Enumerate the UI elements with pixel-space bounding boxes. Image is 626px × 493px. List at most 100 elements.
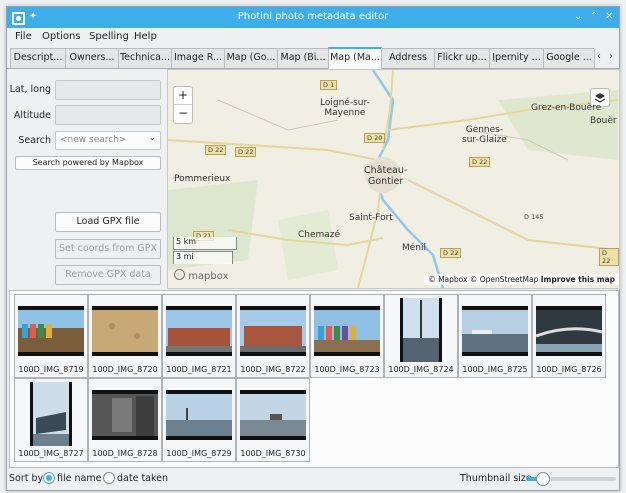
map-view[interactable]: + − D 1 D 20 D 22 D 22 D 22 D 21 D 145 D… — [167, 69, 620, 289]
attribution: © Mapbox © OpenStreetMap Improve this ma… — [424, 274, 619, 285]
thumbnail-8729[interactable]: 100D_IMG_8729 — [162, 378, 236, 462]
bottom-bar: Sort by file name date taken Thumbnail s… — [7, 468, 619, 490]
tab-address[interactable]: Address — [381, 48, 435, 68]
tab-description[interactable]: Descript... — [10, 48, 66, 68]
place-saint-fort: Saint-Fort — [349, 213, 393, 223]
zoom-out-button[interactable]: − — [174, 105, 192, 122]
menu-help[interactable]: Help — [134, 31, 157, 42]
tab-image-regions[interactable]: Image R... — [171, 48, 225, 68]
thumbnail-size-label: Thumbnail size — [460, 473, 532, 484]
thumbnail-image — [166, 306, 232, 356]
improve-map-link[interactable]: Improve this map — [541, 275, 615, 284]
menu-options[interactable]: Options — [42, 31, 81, 42]
sort-file-name-radio[interactable] — [43, 472, 55, 484]
tab-ownership[interactable]: Owners... — [65, 48, 119, 68]
sort-file-name-label[interactable]: file name — [57, 473, 101, 484]
scale-mi: 3 mi — [173, 251, 233, 264]
road-label-d22a: D 22 — [205, 145, 227, 155]
thumbnail-8723[interactable]: 100D_IMG_8723 — [310, 294, 384, 378]
road-label-d1: D 1 — [320, 80, 338, 90]
mapbox-logo: mapbox — [174, 269, 228, 282]
thumbnail-8726[interactable]: 100D_IMG_8726 — [532, 294, 606, 378]
thumbnail-caption: 100D_IMG_8724 — [388, 365, 454, 374]
place-gennes: Gennes- sur-Glaize — [462, 125, 507, 145]
chevron-down-icon: ⌄ — [148, 133, 156, 143]
minimize-icon[interactable]: ⌄ — [574, 10, 582, 24]
menu-spelling[interactable]: Spelling — [89, 31, 129, 42]
tab-map-mapbox[interactable]: Map (Ma... — [328, 47, 382, 69]
close-icon[interactable]: ✕ — [605, 10, 613, 24]
place-grez: Grez-en-Bouère — [531, 103, 602, 113]
load-gpx-button[interactable]: Load GPX file — [55, 212, 161, 232]
thumbnail-size-slider[interactable] — [526, 472, 616, 486]
road-label-d22d: D 22 — [440, 248, 462, 258]
thumbnail-caption: 100D_IMG_8727 — [18, 449, 84, 458]
sort-date-taken-radio[interactable] — [103, 472, 115, 484]
tab-map-bing[interactable]: Map (Bi... — [277, 48, 329, 68]
place-bouere: Bouèr — [590, 116, 617, 126]
thumbnail-caption: 100D_IMG_8728 — [92, 449, 158, 458]
tab-scroll-left-icon[interactable]: ‹ — [597, 51, 601, 62]
thumbnail-8730[interactable]: 100D_IMG_8730 — [236, 378, 310, 462]
search-powered-button[interactable]: Search powered by Mapbox — [15, 156, 161, 170]
thumbnail-8728[interactable]: 100D_IMG_8728 — [88, 378, 162, 462]
road-label-d22b: D 22 — [235, 147, 257, 157]
thumbnail-caption: 100D_IMG_8723 — [314, 365, 380, 374]
altitude-label: Altitude — [13, 110, 51, 121]
thumbnail-image — [400, 298, 442, 362]
menu-file[interactable]: File — [15, 31, 32, 42]
thumbnail-8719[interactable]: 100D_IMG_8719 — [14, 294, 88, 378]
thumbnail-caption: 100D_IMG_8730 — [240, 449, 306, 458]
title-bar: ✦ Photini photo metadata editor ⌄ ⌃ ✕ — [7, 7, 619, 28]
thumbnail-8727[interactable]: 100D_IMG_8727 — [14, 378, 88, 462]
mapbox-logo-text: mapbox — [188, 271, 229, 282]
thumbnail-8725[interactable]: 100D_IMG_8725 — [458, 294, 532, 378]
search-combobox[interactable]: <new search> ⌄ — [55, 131, 161, 150]
place-chateau-gontier: Château- Gontier — [364, 165, 408, 187]
set-coords-button[interactable]: Set coords from GPX — [55, 239, 161, 259]
sort-by-label: Sort by — [9, 473, 44, 484]
thumbnail-caption: 100D_IMG_8729 — [166, 449, 232, 458]
thumbnail-8721[interactable]: 100D_IMG_8721 — [162, 294, 236, 378]
road-label-d145: D 145 — [524, 213, 544, 221]
thumbnail-image — [30, 382, 72, 446]
tab-ipernity-upload[interactable]: Ipernity ... — [489, 48, 544, 68]
search-placeholder: <new search> — [60, 135, 127, 145]
maximize-icon[interactable]: ⌃ — [590, 10, 598, 24]
remove-gpx-button[interactable]: Remove GPX data — [55, 265, 161, 285]
app-window: ✦ Photini photo metadata editor ⌄ ⌃ ✕ Fi… — [6, 6, 620, 491]
location-panel: Lat, long Altitude Search <new search> ⌄… — [9, 69, 164, 287]
thumbnail-image — [240, 306, 306, 356]
place-loigne: Loigné-sur- Mayenne — [320, 98, 370, 118]
radio-selected-dot — [46, 475, 52, 481]
zoom-control: + − — [173, 86, 193, 124]
thumbnail-caption: 100D_IMG_8720 — [92, 365, 158, 374]
thumbnail-image — [536, 306, 602, 356]
thumbnail-caption: 100D_IMG_8722 — [240, 365, 306, 374]
thumbnail-image — [92, 390, 158, 440]
sort-date-taken-label[interactable]: date taken — [117, 473, 168, 484]
tab-technical[interactable]: Technica... — [118, 48, 172, 68]
thumbnail-8720[interactable]: 100D_IMG_8720 — [88, 294, 162, 378]
thumbnail-caption: 100D_IMG_8721 — [166, 365, 232, 374]
thumbnail-grid[interactable]: 100D_IMG_8719 100D_IMG_8720 100D_IMG_872… — [9, 290, 619, 468]
slider-handle[interactable] — [536, 472, 550, 486]
latlong-field[interactable] — [55, 80, 161, 100]
thumbnail-8722[interactable]: 100D_IMG_8722 — [236, 294, 310, 378]
thumbnail-image — [462, 306, 528, 356]
zoom-in-button[interactable]: + — [174, 87, 192, 105]
altitude-field[interactable] — [55, 105, 161, 125]
place-chemaze: Chemazé — [298, 230, 341, 240]
tab-scroll-right-icon[interactable]: › — [609, 51, 613, 62]
thumbnail-8724[interactable]: 100D_IMG_8724 — [384, 294, 458, 378]
scale-km: 5 km — [173, 237, 237, 250]
tab-flickr-upload[interactable]: Flickr up... — [434, 48, 490, 68]
search-label: Search — [18, 135, 51, 146]
thumbnail-image — [92, 306, 158, 356]
attribution-text[interactable]: © Mapbox © OpenStreetMap — [428, 275, 538, 284]
tab-bar: Descript... Owners... Technica... Image … — [7, 46, 619, 69]
thumbnail-caption: 100D_IMG_8719 — [18, 365, 84, 374]
latlong-label: Lat, long — [9, 84, 51, 95]
tab-map-google[interactable]: Map (Go... — [224, 48, 278, 68]
tab-google-upload[interactable]: Google ... — [543, 48, 595, 68]
